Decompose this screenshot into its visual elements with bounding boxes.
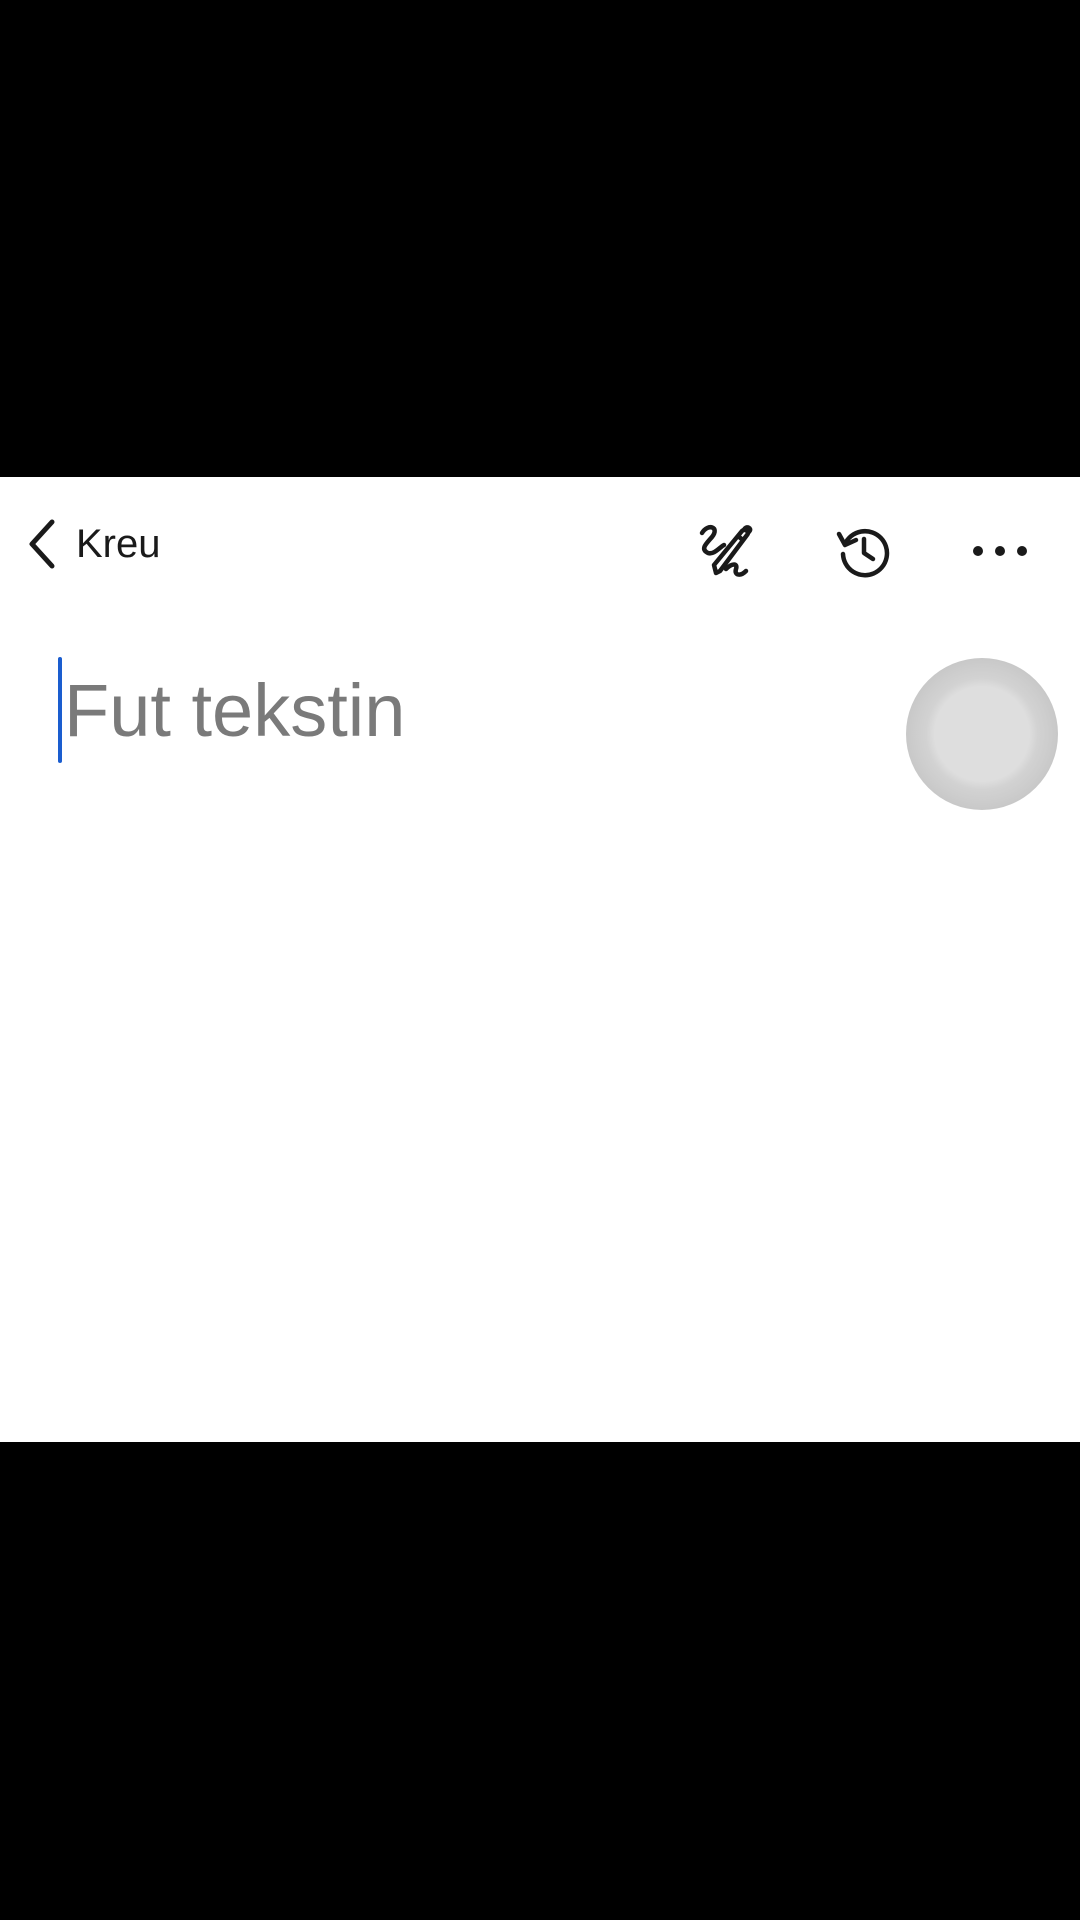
history-button[interactable] (826, 513, 902, 589)
back-button[interactable]: Kreu (22, 507, 161, 581)
chevron-left-icon (22, 516, 62, 572)
text-editor[interactable] (58, 655, 878, 765)
letterbox-bottom (0, 1442, 1080, 1920)
touch-indicator (906, 658, 1058, 810)
text-caret (58, 657, 62, 763)
history-icon (835, 522, 893, 580)
back-label: Kreu (76, 521, 161, 566)
pen-handwriting-icon (694, 519, 758, 583)
handwriting-button[interactable] (688, 513, 764, 589)
more-options-button[interactable] (962, 513, 1038, 589)
more-horizontal-icon (972, 543, 1028, 559)
top-toolbar: Kreu (0, 477, 1080, 613)
letterbox-top (0, 0, 1080, 477)
text-input[interactable] (64, 660, 844, 760)
note-editor-screen: Kreu (0, 477, 1080, 1442)
